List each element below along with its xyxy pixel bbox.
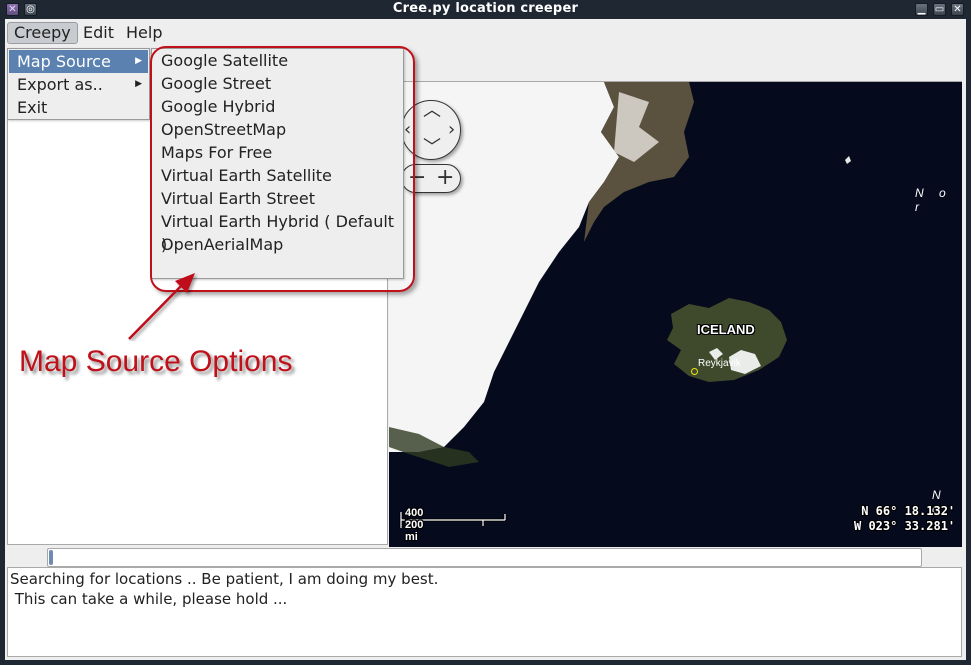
- menu-creepy[interactable]: Creepy: [7, 22, 78, 44]
- minimize-icon: ▁: [917, 4, 926, 15]
- menu-item-export-as[interactable]: Export as.. ▶: [9, 73, 148, 96]
- pan-up-button[interactable]: ︿: [423, 102, 441, 120]
- map-source-openstreetmap[interactable]: OpenStreetMap: [152, 118, 403, 141]
- status-log[interactable]: Searching for locations .. Be patient, I…: [7, 567, 962, 657]
- title-bar: ✕ ◎ Cree.py location creeper ▁ ▭ ✕: [0, 0, 971, 19]
- map-source-virtual-earth-street[interactable]: Virtual Earth Street: [152, 187, 403, 210]
- menu-bar: Creepy Edit Help: [5, 19, 966, 45]
- annotation-arrow-icon: [128, 273, 195, 340]
- map-source-maps-for-free[interactable]: Maps For Free: [152, 141, 403, 164]
- iceland-landmass: [667, 298, 787, 382]
- progress-indicator: [49, 550, 53, 565]
- creepy-menu-dropdown: Map Source ▶ Export as.. ▶ Exit: [7, 48, 150, 120]
- scale-mi: 200 mi: [405, 519, 424, 543]
- progress-bar: [47, 548, 922, 567]
- map-source-virtual-earth-satellite[interactable]: Virtual Earth Satellite: [152, 164, 403, 187]
- map-source-submenu: Google Satellite Google Street Google Hy…: [151, 48, 404, 279]
- menu-item-label: Export as..: [17, 75, 103, 94]
- window-title: Cree.py location creeper: [392, 1, 579, 16]
- menu-item-exit[interactable]: Exit: [9, 96, 148, 119]
- satellite-imagery: [389, 82, 851, 467]
- pan-left-button[interactable]: ‹: [404, 121, 411, 139]
- latitude-readout: N 66° 18.132': [861, 504, 956, 518]
- menu-item-map-source[interactable]: Map Source ▶: [9, 50, 148, 73]
- close-icon: ✕: [953, 4, 962, 15]
- menu-item-label: Exit: [17, 98, 48, 117]
- map-view[interactable]: ︿ ﹀ ‹ › − + ICELAND Reykjavik N o r N o …: [389, 81, 962, 547]
- annotation-label: Map Source Options: [19, 345, 293, 378]
- menu-help[interactable]: Help: [120, 22, 168, 44]
- zoom-out-button[interactable]: −: [408, 167, 426, 189]
- log-line: This can take a while, please hold ...: [10, 590, 288, 608]
- log-line: Searching for locations .. Be patient, I…: [10, 570, 439, 588]
- country-label: ICELAND: [697, 322, 755, 337]
- zoom-in-button[interactable]: +: [436, 167, 454, 189]
- close-button[interactable]: ✕: [951, 3, 964, 16]
- longitude-readout: W 023° 33.281': [854, 519, 956, 533]
- menu-edit[interactable]: Edit: [77, 22, 120, 44]
- minimize-button[interactable]: ▁: [915, 3, 928, 16]
- maximize-icon: ▭: [934, 4, 945, 15]
- cursor-coordinates: N 66° 18.132' W 023° 33.281': [854, 504, 955, 534]
- menu-item-label: Map Source: [17, 52, 111, 71]
- pan-control: ︿ ﹀ ‹ ›: [401, 100, 461, 160]
- city-marker-icon[interactable]: [691, 368, 698, 375]
- city-label: Reykjavik: [698, 358, 741, 369]
- main-window: Creepy Edit Help ︿ ﹀ ‹ › − + ICELAND Rey…: [5, 19, 966, 660]
- zoom-control: − +: [401, 164, 461, 193]
- map-source-google-hybrid[interactable]: Google Hybrid: [152, 95, 403, 118]
- submenu-arrow-icon: ▶: [135, 56, 142, 66]
- sea-label-top: N o r: [915, 186, 952, 214]
- map-source-google-street[interactable]: Google Street: [152, 72, 403, 95]
- pan-down-button[interactable]: ﹀: [423, 139, 441, 157]
- maximize-button[interactable]: ▭: [933, 3, 946, 16]
- map-source-virtual-earth-hybrid[interactable]: Virtual Earth Hybrid ( Default ): [152, 210, 403, 254]
- map-source-google-satellite[interactable]: Google Satellite: [152, 49, 403, 72]
- pan-right-button[interactable]: ›: [448, 121, 455, 139]
- map-source-openaerialmap[interactable]: OpenAerialMap: [152, 233, 403, 256]
- submenu-arrow-icon: ▶: [135, 79, 142, 89]
